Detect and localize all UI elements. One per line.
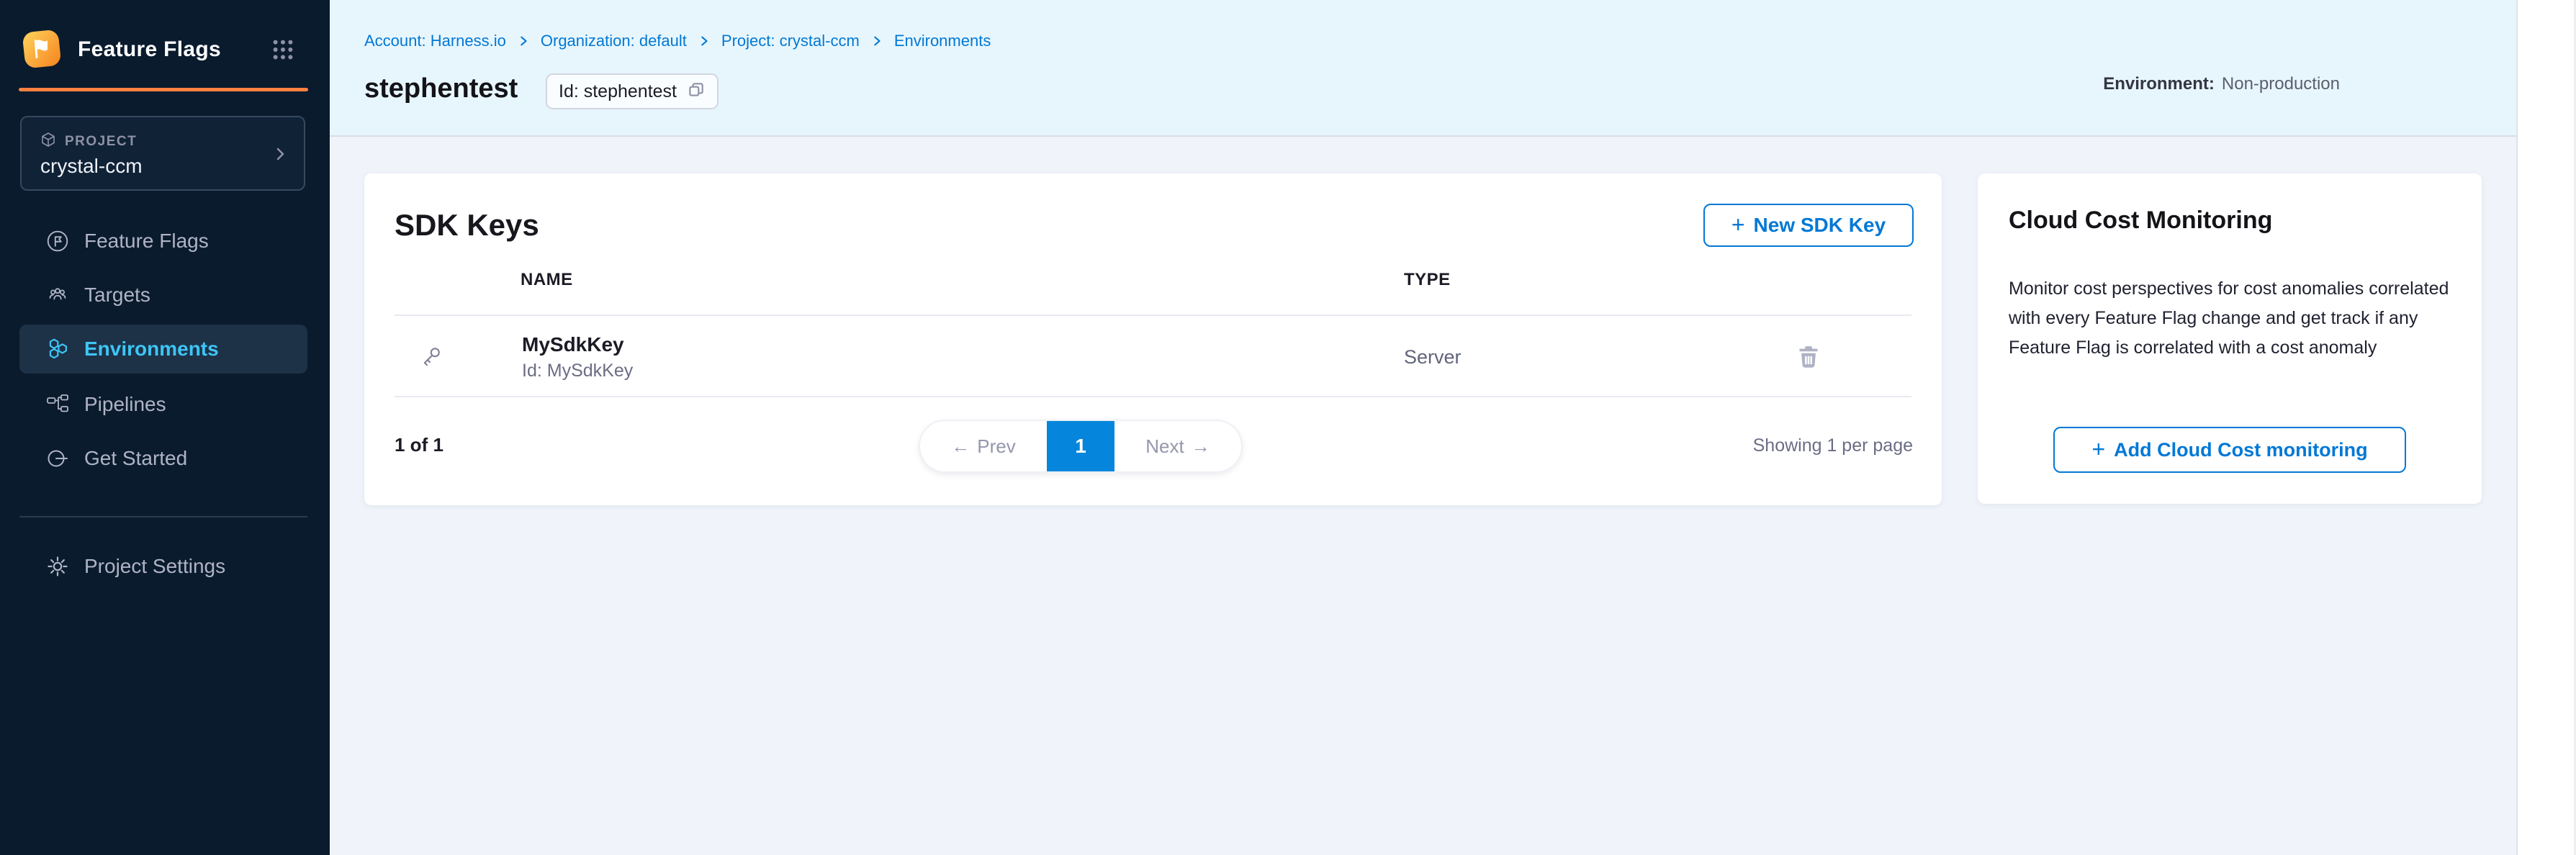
project-cube-icon — [40, 132, 56, 151]
page-number-button[interactable]: 1 — [1047, 421, 1114, 471]
app-switcher-grid-icon[interactable] — [272, 39, 294, 60]
sidebar-item-get-started[interactable]: Get Started — [19, 434, 307, 483]
pagination-showing-label: Showing 1 per page — [1753, 435, 1913, 456]
sidebar-item-label: Environments — [84, 338, 219, 361]
breadcrumb-organization[interactable]: Organization: default — [541, 32, 687, 50]
sdk-key-type: Server — [1404, 346, 1462, 368]
copy-icon[interactable] — [687, 81, 706, 103]
brand-accent-rule — [19, 88, 308, 91]
get-started-icon — [45, 446, 70, 471]
pagination-count: 1 of 1 — [395, 434, 443, 456]
people-icon — [45, 283, 70, 307]
breadcrumb: Account: Harness.io Organization: defaul… — [364, 32, 991, 50]
main-content: SDK Keys + New SDK Key NAME TYPE MySdkKe… — [330, 137, 2516, 855]
pagination: ← Prev 1 Next → — [919, 420, 1243, 473]
breadcrumb-account[interactable]: Account: Harness.io — [364, 32, 506, 50]
sdk-keys-card: SDK Keys + New SDK Key NAME TYPE MySdkKe… — [364, 173, 1942, 505]
breadcrumb-environments[interactable]: Environments — [894, 32, 991, 50]
arrow-right-icon: → — [1192, 435, 1210, 458]
sidebar-item-pipelines[interactable]: Pipelines — [19, 380, 307, 429]
environment-type-value: Non-production — [2222, 74, 2340, 94]
column-header-name: NAME — [521, 270, 573, 290]
cloud-cost-title: Cloud Cost Monitoring — [2009, 207, 2272, 235]
breadcrumb-chevron-icon — [698, 35, 710, 47]
project-selector[interactable]: PROJECT crystal-ccm — [20, 116, 305, 191]
breadcrumb-chevron-icon — [871, 35, 883, 47]
sidebar-item-targets[interactable]: Targets — [19, 271, 307, 320]
environment-type: Environment: Non-production — [2103, 74, 2340, 94]
scrollbar-gutter — [2516, 0, 2576, 855]
project-name: crystal-ccm — [40, 155, 143, 178]
sidebar: Feature Flags PROJECT crystal-ccm — [0, 0, 330, 855]
environment-id-text: Id: stephentest — [559, 81, 677, 102]
gear-icon — [45, 554, 70, 579]
column-header-type: TYPE — [1404, 270, 1451, 290]
breadcrumb-project[interactable]: Project: crystal-ccm — [721, 32, 860, 50]
sidebar-item-label: Project Settings — [84, 555, 225, 578]
sidebar-item-label: Targets — [84, 284, 150, 307]
app-window: Feature Flags PROJECT crystal-ccm — [0, 0, 2576, 855]
flag-circle-icon — [45, 229, 70, 253]
sdk-key-icon — [421, 346, 441, 370]
prev-page-button[interactable]: ← Prev — [920, 421, 1047, 471]
plus-icon: + — [2091, 438, 2105, 461]
cloud-cost-card: Cloud Cost Monitoring Monitor cost persp… — [1978, 173, 2482, 504]
sdk-key-name: MySdkKey — [522, 333, 624, 356]
feature-flags-logo-icon — [22, 29, 62, 69]
sidebar-item-label: Pipelines — [84, 393, 166, 416]
sidebar-item-environments[interactable]: Environments — [19, 325, 307, 374]
app-title: Feature Flags — [78, 37, 221, 62]
new-sdk-key-button[interactable]: + New SDK Key — [1703, 204, 1914, 247]
hexagons-environments-icon — [45, 337, 70, 361]
sdk-key-id: Id: MySdkKey — [522, 361, 633, 381]
next-page-button[interactable]: Next → — [1114, 421, 1241, 471]
pipelines-icon — [45, 392, 70, 417]
plus-icon: + — [1731, 213, 1745, 236]
sidebar-item-label: Feature Flags — [84, 230, 209, 253]
sidebar-item-label: Get Started — [84, 447, 187, 470]
table-divider — [395, 396, 1911, 397]
delete-key-button[interactable] — [1796, 343, 1821, 369]
arrow-left-icon: ← — [951, 435, 970, 458]
environment-id-chip: Id: stephentest — [546, 73, 719, 109]
breadcrumb-chevron-icon — [518, 35, 529, 47]
sidebar-item-feature-flags[interactable]: Feature Flags — [19, 217, 307, 266]
page-title: stephentest — [364, 73, 518, 104]
table-divider — [395, 315, 1911, 316]
sidebar-divider — [19, 516, 307, 517]
sdk-keys-title: SDK Keys — [395, 208, 539, 243]
cloud-cost-description: Monitor cost perspectives for cost anoma… — [2009, 274, 2452, 363]
project-label: PROJECT — [65, 134, 137, 150]
sidebar-item-project-settings[interactable]: Project Settings — [19, 542, 307, 591]
add-cloud-cost-monitoring-button[interactable]: + Add Cloud Cost monitoring — [2053, 427, 2406, 473]
page-header: Account: Harness.io Organization: defaul… — [330, 0, 2516, 137]
chevron-right-icon — [272, 146, 288, 166]
environment-type-label: Environment: — [2103, 74, 2215, 94]
